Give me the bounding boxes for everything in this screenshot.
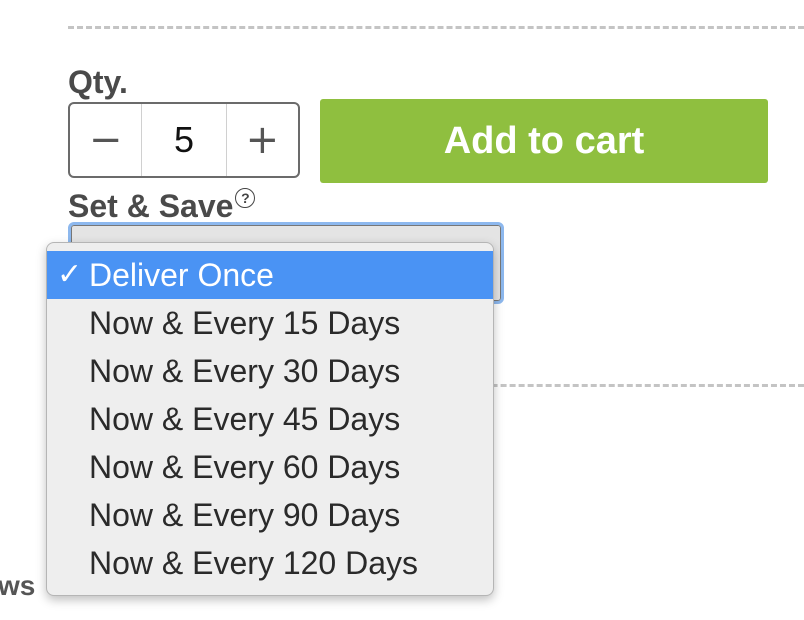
option-label: Now & Every 30 Days — [89, 353, 401, 389]
quantity-value[interactable]: 5 — [141, 104, 227, 176]
option-label: Now & Every 60 Days — [89, 449, 401, 485]
option-every-15-days[interactable]: Now & Every 15 Days — [47, 299, 493, 347]
option-every-45-days[interactable]: Now & Every 45 Days — [47, 395, 493, 443]
help-icon[interactable]: ? — [235, 188, 256, 208]
option-label: Now & Every 45 Days — [89, 401, 401, 437]
option-label: Now & Every 90 Days — [89, 497, 401, 533]
option-deliver-once[interactable]: ✓ Deliver Once — [47, 251, 493, 299]
increment-button[interactable]: + — [227, 104, 298, 176]
product-purchase-panel: Qty. − 5 + Add to cart Set & Save? ws ✓ … — [0, 0, 804, 620]
quantity-stepper: − 5 + — [68, 102, 300, 178]
delivery-frequency-dropdown: ✓ Deliver Once Now & Every 15 Days Now &… — [46, 242, 494, 596]
qty-label: Qty. — [68, 64, 128, 100]
option-label: Now & Every 120 Days — [89, 545, 419, 581]
option-every-120-days[interactable]: Now & Every 120 Days — [47, 539, 493, 587]
option-label: Now & Every 15 Days — [89, 305, 401, 341]
top-divider — [68, 26, 804, 29]
option-every-90-days[interactable]: Now & Every 90 Days — [47, 491, 493, 539]
option-every-60-days[interactable]: Now & Every 60 Days — [47, 443, 493, 491]
option-every-30-days[interactable]: Now & Every 30 Days — [47, 347, 493, 395]
option-label: Deliver Once — [89, 257, 274, 293]
set-and-save-label: Set & Save? — [68, 186, 256, 226]
add-to-cart-button[interactable]: Add to cart — [320, 99, 768, 183]
decrement-button[interactable]: − — [70, 104, 141, 176]
set-and-save-text: Set & Save — [68, 188, 234, 224]
partial-reviews-text: ws — [0, 570, 36, 601]
checkmark-icon: ✓ — [57, 257, 83, 292]
